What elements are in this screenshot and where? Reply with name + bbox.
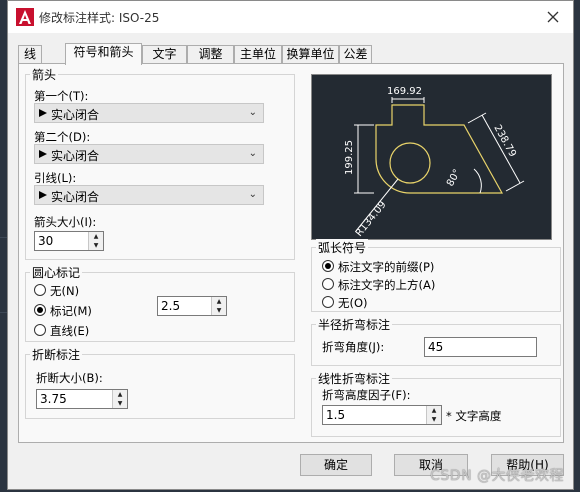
center-line-label: 直线(E): [50, 324, 90, 338]
ok-button[interactable]: 确定: [300, 454, 372, 476]
dropdown-value: 实心闭合: [51, 149, 100, 163]
center-marks-group: 圆心标记 无(N) 标记(M) 直线(E) 2.5 ▲ ▼: [25, 264, 295, 342]
center-none-label: 无(N): [50, 284, 80, 298]
jog-height-factor-label: 折弯高度因子(F):: [322, 388, 411, 402]
closed-filled-arrow-icon: [39, 191, 47, 199]
preview-pane: 169.92 199.25 238.79 80° R134.09: [311, 74, 552, 240]
dimension-style-dialog: 修改标注样式: ISO-25 线 符号和箭头 文字 调整 主单位 换算单位 公差…: [7, 0, 574, 490]
dimension-break-group: 折断标注 折断大小(B): 3.75 ▲ ▼: [25, 346, 295, 419]
spinner-buttons: ▲ ▼: [112, 390, 127, 408]
first-arrow-dropdown[interactable]: 实心闭合 ⌄: [34, 103, 264, 123]
spin-down-icon[interactable]: ▼: [212, 306, 226, 315]
spinner-value: 2.5: [161, 299, 181, 313]
close-icon[interactable]: [543, 7, 563, 27]
group-title: 箭头: [30, 66, 59, 83]
tab-text[interactable]: 文字: [142, 45, 187, 63]
second-arrow-dropdown[interactable]: 实心闭合 ⌄: [34, 144, 264, 164]
linear-jog-group: 线性折弯标注 折弯高度因子(F): 1.5 ▲ ▼ * 文字高度: [311, 370, 561, 437]
watermark-text: CSDN @大侠老欢程: [430, 468, 564, 484]
group-title: 圆心标记: [30, 264, 83, 281]
dimension-preview-drawing: 169.92 199.25 238.79 80° R134.09: [344, 86, 525, 239]
arc-before-label: 标注文字的前缀(P): [338, 260, 435, 274]
center-mark-size-spinner[interactable]: 2.5 ▲ ▼: [157, 296, 227, 316]
break-size-label: 折断大小(B):: [36, 371, 103, 385]
jog-angle-label: 折弯角度(J):: [322, 340, 385, 354]
spin-down-icon[interactable]: ▼: [427, 415, 441, 424]
break-size-spinner[interactable]: 3.75 ▲ ▼: [36, 389, 128, 409]
jog-angle-input[interactable]: 45: [424, 337, 537, 357]
spinner-value: 1.5: [326, 408, 346, 422]
tab-fit[interactable]: 调整: [187, 45, 234, 63]
tab-alternate-units[interactable]: 换算单位: [282, 45, 339, 63]
leader-arrow-label: 引线(L):: [34, 171, 77, 185]
arrowheads-group: 箭头 第一个(T): 实心闭合 ⌄ 第二个(D): 实心闭合 ⌄ 引线(L): …: [25, 66, 295, 260]
chevron-down-icon: ⌄: [248, 189, 257, 200]
preview-circle: [389, 142, 431, 184]
spinner-value: 3.75: [40, 392, 67, 406]
spinner-buttons: ▲ ▼: [426, 406, 441, 424]
dropdown-value: 实心闭合: [51, 190, 100, 204]
arc-none-label: 无(O): [338, 296, 368, 310]
second-arrow-label: 第二个(D):: [34, 130, 91, 144]
group-title: 线性折弯标注: [316, 370, 393, 387]
dim-top-text: 169.92: [387, 86, 422, 97]
spinner-buttons: ▲ ▼: [211, 297, 226, 315]
tab-page-symbols-arrows: 箭头 第一个(T): 实心闭合 ⌄ 第二个(D): 实心闭合 ⌄ 引线(L): …: [18, 63, 564, 443]
background-gridline: [0, 237, 7, 238]
arc-above-radio[interactable]: [322, 278, 334, 290]
arrow-size-spinner[interactable]: 30 ▲ ▼: [34, 231, 104, 251]
arc-none-radio[interactable]: [322, 296, 334, 308]
background-gridline: [0, 312, 7, 313]
dim-diagonal-text: 238.79: [491, 123, 518, 159]
spin-down-icon[interactable]: ▼: [113, 399, 127, 408]
dim-angle-text: 80°: [445, 168, 463, 189]
spinner-value: 30: [38, 234, 54, 248]
center-none-radio[interactable]: [34, 284, 46, 296]
center-mark-radio[interactable]: [34, 304, 46, 316]
center-mark-label: 标记(M): [50, 304, 92, 318]
leader-arrow-dropdown[interactable]: 实心闭合 ⌄: [34, 185, 264, 205]
group-title: 折断标注: [30, 346, 83, 363]
spinner-buttons: ▲ ▼: [88, 232, 103, 250]
jog-height-factor-spinner[interactable]: 1.5 ▲ ▼: [322, 405, 442, 425]
center-line-radio[interactable]: [34, 324, 46, 336]
text-height-unit-label: * 文字高度: [446, 409, 502, 423]
tab-primary-units[interactable]: 主单位: [234, 45, 282, 63]
group-title: 弧长符号: [316, 239, 369, 256]
radius-jog-group: 半径折弯标注 折弯角度(J): 45: [311, 316, 561, 366]
input-value: 45: [428, 340, 444, 354]
window-title: 修改标注样式: ISO-25: [39, 11, 160, 25]
tab-tolerances[interactable]: 公差: [339, 45, 372, 63]
dropdown-value: 实心闭合: [51, 108, 100, 122]
spin-down-icon[interactable]: ▼: [89, 241, 103, 250]
arc-length-symbol-group: 弧长符号 标注文字的前缀(P) 标注文字的上方(A) 无(O): [311, 239, 561, 312]
dim-radius-text: R134.09: [354, 199, 389, 239]
tab-symbols-arrows[interactable]: 符号和箭头: [65, 43, 142, 65]
arc-before-radio[interactable]: [322, 260, 334, 272]
first-arrow-label: 第一个(T):: [34, 89, 89, 103]
title-bar[interactable]: 修改标注样式: ISO-25: [8, 1, 573, 33]
chevron-down-icon: ⌄: [248, 107, 257, 118]
chevron-down-icon: ⌄: [248, 148, 257, 159]
autocad-logo-icon: [16, 8, 34, 26]
arrow-size-label: 箭头大小(I):: [34, 215, 97, 229]
closed-filled-arrow-icon: [39, 109, 47, 117]
arc-above-label: 标注文字的上方(A): [338, 278, 436, 292]
tab-lines[interactable]: 线: [18, 45, 42, 63]
closed-filled-arrow-icon: [39, 150, 47, 158]
group-title: 半径折弯标注: [316, 316, 393, 333]
dim-left-text: 199.25: [344, 140, 355, 175]
